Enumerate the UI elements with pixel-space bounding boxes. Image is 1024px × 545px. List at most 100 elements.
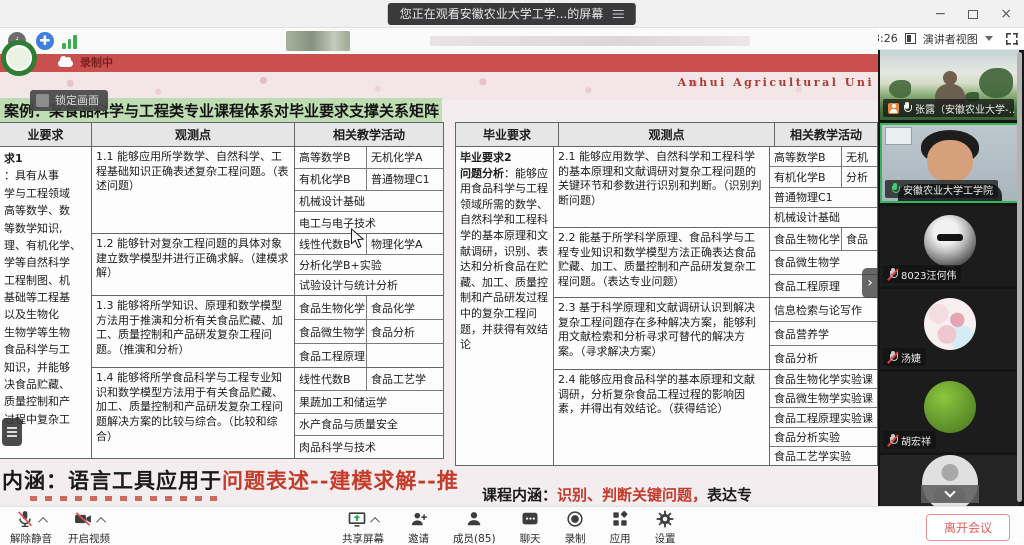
- participant-tile[interactable]: 张露（安徽农业大学-…: [880, 50, 1019, 120]
- course-cell: [367, 344, 443, 367]
- course-cell: 食品工程原理实验课: [770, 408, 877, 426]
- participant-namebar: 张露（安徽农业大学-…: [883, 99, 1014, 117]
- camera-off-icon: [73, 509, 93, 532]
- university-logo: [1, 40, 37, 76]
- lock-view-tooltip[interactable]: 锁定画面: [30, 90, 108, 111]
- course-cell: 无机化学A: [367, 147, 443, 168]
- banner-menu-icon[interactable]: [613, 10, 624, 12]
- mic-muted-icon: [888, 268, 898, 281]
- course-cell: 果蔬加工和储运学: [295, 391, 443, 413]
- chevron-down-icon: [944, 486, 955, 497]
- participant-namebar: 安徽农业大学工学院: [885, 180, 998, 198]
- course-cell: 食品分析: [770, 346, 877, 369]
- fullscreen-icon[interactable]: [1006, 33, 1018, 45]
- course-cell: 食品工程原理: [770, 275, 877, 297]
- toolbar-screen-share-button[interactable]: 共享屏幕: [342, 510, 384, 545]
- maximize-button[interactable]: [968, 10, 978, 19]
- shared-screen: i ✚ 录制中 Anhui Agricultural Uni 案例：某食品科学与…: [0, 28, 878, 506]
- slide-image-fragment: [286, 31, 350, 51]
- chevron-down-icon[interactable]: [985, 36, 993, 41]
- course-cell: 有机化学B: [295, 169, 367, 190]
- participant-name: 张露（安徽农业大学-…: [915, 101, 1014, 116]
- annotation-right-tail: 表达专: [707, 486, 752, 504]
- view-mode-label[interactable]: 演讲者视图: [923, 31, 978, 47]
- table-row: 1.2 能够针对复杂工程问题的具体对象建立数学模型并进行正确求解。（建模求解）线…: [92, 233, 443, 295]
- annotation-left: 内涵：语言工具应用于问题表述--建模求解--推: [2, 465, 459, 495]
- participant-name: 安徽农业大学工学院: [903, 182, 993, 197]
- view-bar: 13:26 演讲者视图: [858, 28, 1024, 50]
- course-cell: 有机化学B: [770, 167, 842, 186]
- signal-bars-icon[interactable]: [62, 33, 80, 49]
- column-header: 业要求: [0, 123, 92, 146]
- participant-tile[interactable]: 胡宏祥: [880, 372, 1019, 452]
- participant-namebar: 汤婕: [883, 348, 926, 366]
- toolbar-label: 邀请: [408, 531, 429, 545]
- participant-tile[interactable]: 8023汪何伟: [880, 206, 1019, 286]
- chat-icon: [520, 509, 540, 532]
- scroll-down-button[interactable]: [921, 485, 979, 503]
- toolbar-camera-off-button[interactable]: 开启视频: [68, 510, 110, 545]
- participants-sidebar: 张露（安徽农业大学-… 安徽农业大学工学院 8023汪何伟汤婕胡宏祥: [878, 50, 1024, 506]
- course-cell: 分析: [842, 167, 877, 186]
- mic-muted-icon: [888, 434, 898, 447]
- cloud-record-icon: [58, 60, 73, 67]
- course-cell: 食品生物化学: [770, 228, 842, 250]
- table-row: 1.1 能够应用所学数学、自然科学、工程基础知识正确表述复杂工程问题。（表述问题…: [92, 147, 443, 233]
- shield-plus-icon[interactable]: ✚: [36, 32, 54, 50]
- participant-tile[interactable]: [880, 455, 1019, 506]
- table-row: 2.4 能够应用食品科学的基本原理和文献调研，分析复杂食品工程过程的影响因素，并…: [554, 369, 877, 465]
- close-button[interactable]: ×: [1000, 6, 1012, 22]
- participant-name: 汤婕: [901, 350, 921, 365]
- screen-share-icon: [347, 509, 367, 532]
- course-cell: 试验设计与统计分析: [295, 275, 443, 295]
- course-cell: 食品微生物学: [295, 320, 367, 343]
- settings-icon: [655, 509, 675, 532]
- column-header: 观测点: [92, 123, 295, 146]
- chevron-up-icon[interactable]: [370, 517, 380, 527]
- toolbar-chat-button[interactable]: 聊天: [520, 510, 541, 545]
- requirement-cell: 求1 ：具有从事 学与工程领域 高等数学、数 等数学知识, 理、有机化学、 学等…: [0, 147, 92, 458]
- annotation-left-black: 内涵：语言工具应用于: [2, 468, 222, 493]
- course-cell: 食品工艺学实验: [770, 447, 877, 465]
- annotation-toolbar-handle[interactable]: [2, 418, 22, 446]
- bottom-toolbar: 解除静音开启视频 共享屏幕邀请 成员(85) 聊天录制 应用设置 离开会议: [0, 506, 1024, 545]
- participant-name: 胡宏祥: [901, 433, 931, 448]
- speaker-face: [927, 140, 973, 182]
- toolbar-settings-button[interactable]: 设置: [655, 510, 676, 545]
- toolbar-invite-button[interactable]: 邀请: [408, 510, 429, 545]
- course-cell: 食品微生物学实验课: [770, 389, 877, 407]
- scroll-right-button[interactable]: ›: [862, 268, 878, 298]
- sidebar-scrollbar[interactable]: [1017, 52, 1022, 502]
- participant-tile[interactable]: 汤婕: [880, 289, 1019, 369]
- participant-tile[interactable]: 安徽农业大学工学院: [880, 123, 1019, 203]
- toolbar-mic-muted-button[interactable]: 解除静音: [10, 510, 52, 545]
- avatar: [924, 381, 976, 433]
- participant-namebar: 8023汪何伟: [883, 265, 961, 283]
- observation-cell: 1.3 能够将所学知识、原理和数学模型方法用于推演和分析有关食品贮藏、加工、质量…: [92, 296, 295, 367]
- course-cell: 普通物理C1: [770, 188, 877, 207]
- toolbar-label: 设置: [655, 531, 676, 545]
- course-cell: 食品生物化学实验课: [770, 370, 877, 388]
- toolbar-members-button[interactable]: 成员(85): [453, 510, 496, 545]
- observation-cell: 2.4 能够应用食品科学的基本原理和文献调研，分析复杂食品工程过程的影响因素，并…: [554, 370, 770, 465]
- course-cell: 食品微生物学: [770, 251, 877, 273]
- course-cell: 普通物理C1: [367, 169, 443, 190]
- course-matrix-table-left: 业要求观测点相关教学活动求1 ：具有从事 学与工程领域 高等数学、数 等数学知识…: [0, 122, 444, 459]
- toolbar-apps-button[interactable]: 应用: [610, 510, 631, 545]
- table-row: 2.2 能基于所学科学原理、食品科学与工程专业知识和数学模型方法正确表达食品贮藏…: [554, 227, 877, 297]
- toolbar-label: 开启视频: [68, 531, 110, 545]
- chevron-up-icon[interactable]: [38, 517, 48, 527]
- chevron-up-icon[interactable]: [96, 517, 106, 527]
- toolbar-label: 成员(85): [453, 531, 496, 545]
- toolbar-record-button[interactable]: 录制: [565, 510, 586, 545]
- course-cell: 水产食品与质量安全: [295, 414, 443, 436]
- requirement-cell: 毕业要求2问题分析：能够应用食品科学与工程领域所需的数学、自然科学和工程科学的基…: [456, 147, 554, 465]
- course-cell: 食品分析: [367, 320, 443, 343]
- course-cell: 分析化学B+实验: [295, 255, 443, 275]
- observation-cell: 1.4 能够将所学食品科学与工程专业知识和数学模型方法用于有关食品贮藏、加工、质…: [92, 368, 295, 458]
- toolbar-label: 录制: [565, 531, 586, 545]
- course-cell: 线性代数B: [295, 368, 367, 390]
- minimize-button[interactable]: −: [935, 6, 947, 22]
- course-matrix-table-right: 毕业要求观测点相关教学活动毕业要求2问题分析：能够应用食品科学与工程领域所需的数…: [455, 122, 878, 466]
- leave-meeting-button[interactable]: 离开会议: [926, 514, 1010, 541]
